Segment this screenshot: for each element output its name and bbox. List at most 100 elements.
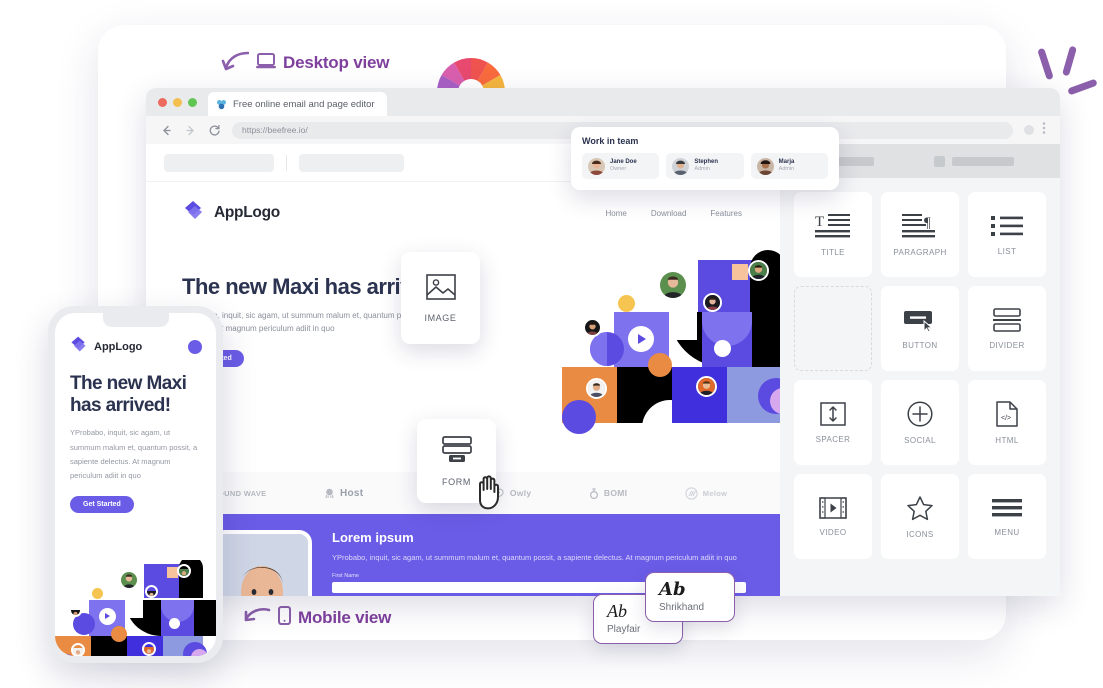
- block-social[interactable]: SOCIAL: [881, 380, 959, 465]
- site-logo[interactable]: AppLogo: [182, 199, 280, 227]
- mobile-cta-button[interactable]: Get Started: [70, 496, 134, 514]
- collage-shape: [590, 332, 607, 366]
- avatar: [748, 260, 769, 281]
- block-divider-label: DIVIDER: [989, 340, 1025, 350]
- form-section-heading: Lorem ipsum: [332, 530, 414, 545]
- collage-shape: [714, 340, 731, 357]
- content-blocks-grid: T TITLE ¶ PARAGRAPH LIST BUTTON DIVIDER …: [780, 178, 1060, 559]
- team-member-item[interactable]: Marja Admin: [750, 153, 828, 179]
- team-member-item[interactable]: Jane Doe Owner: [582, 153, 660, 179]
- site-nav-menu: Home Download Features: [606, 209, 745, 218]
- svg-text:T: T: [815, 214, 824, 230]
- avatar: [69, 604, 82, 617]
- sidebar-tab-label-placeholder: [952, 156, 1014, 166]
- maximize-window-button[interactable]: [188, 98, 197, 107]
- avatar: [177, 564, 191, 578]
- collage-shape: [194, 600, 216, 636]
- social-plus-icon: [907, 400, 933, 427]
- block-html[interactable]: </> HTML: [968, 380, 1046, 465]
- mobile-hero-heading: The new Maxi has arrived!: [70, 373, 187, 416]
- brand-logo: Melow: [685, 486, 727, 500]
- work-in-team-panel: Work in team Jane Doe Owner Stephen Admi…: [571, 127, 839, 190]
- toolbar-separator: [286, 154, 287, 171]
- desktop-view-label: Desktop view: [221, 51, 389, 75]
- block-icons[interactable]: ICONS: [881, 474, 959, 559]
- mobile-view-label: Mobile view: [243, 606, 391, 630]
- block-menu[interactable]: MENU: [968, 474, 1046, 559]
- curved-arrow-icon: [243, 606, 271, 630]
- block-title[interactable]: T TITLE: [794, 192, 872, 277]
- desktop-view-text: Desktop view: [283, 53, 390, 72]
- nav-item-download[interactable]: Download: [651, 209, 687, 218]
- avatar: [703, 293, 722, 312]
- avatar: [71, 643, 85, 656]
- arrow-right-icon[interactable]: [184, 124, 197, 137]
- brand-logo: BOMI: [589, 487, 627, 499]
- nav-item-features[interactable]: Features: [710, 209, 742, 218]
- nav-item-home[interactable]: Home: [606, 209, 627, 218]
- block-html-label: HTML: [995, 435, 1019, 445]
- team-member-item[interactable]: Stephen Admin: [666, 153, 744, 179]
- toolbar-placeholder[interactable]: [164, 153, 274, 172]
- font-card-name: Playfair: [607, 623, 641, 635]
- block-list[interactable]: LIST: [968, 192, 1046, 277]
- editor-sidebar: T TITLE ¶ PARAGRAPH LIST BUTTON DIVIDER …: [780, 144, 1060, 596]
- block-empty-slot[interactable]: [794, 286, 872, 371]
- mobile-preview-mockup: AppLogo The new Maxi has arrived! YProba…: [48, 306, 223, 663]
- arrow-left-icon[interactable]: [160, 124, 173, 137]
- profile-avatar-placeholder[interactable]: [1024, 125, 1034, 135]
- mobile-menu-button[interactable]: [188, 340, 202, 354]
- block-video[interactable]: VIDEO: [794, 474, 872, 559]
- close-window-button[interactable]: [158, 98, 167, 107]
- browser-tab-title: Free online email and page editor: [233, 98, 375, 110]
- kebab-menu-icon[interactable]: [1042, 121, 1046, 140]
- block-spacer[interactable]: SPACER: [794, 380, 872, 465]
- team-member-list: Jane Doe Owner Stephen Admin Marja Admin: [582, 153, 828, 179]
- form-section-phone-image: [212, 530, 312, 596]
- block-divider[interactable]: DIVIDER: [968, 286, 1046, 371]
- site-preview: AppLogo Home Download Features The new M…: [146, 182, 780, 596]
- avatar: [583, 318, 602, 337]
- svg-text:¶: ¶: [924, 215, 931, 231]
- sidebar-tab-icon: [934, 155, 945, 167]
- sparkle-stroke: [1062, 45, 1077, 77]
- block-paragraph-label: PARAGRAPH: [893, 247, 947, 257]
- applogo-icon: [182, 199, 205, 227]
- block-spacer-label: SPACER: [815, 434, 851, 444]
- mobile-screen: AppLogo The new Maxi has arrived! YProba…: [55, 313, 216, 656]
- team-member-info: Stephen Admin: [694, 159, 718, 173]
- form-drag-card-label: FORM: [442, 476, 471, 487]
- window-controls[interactable]: [158, 98, 197, 107]
- mobile-logo-text: AppLogo: [94, 341, 143, 353]
- avatar: [658, 270, 688, 300]
- team-member-role: Admin: [778, 166, 795, 173]
- curved-arrow-icon: [221, 51, 249, 75]
- collage-shape: [125, 600, 143, 618]
- editor-body: AppLogo Home Download Features The new M…: [146, 144, 1060, 596]
- block-paragraph[interactable]: ¶ PARAGRAPH: [881, 192, 959, 277]
- sidebar-tab-rows[interactable]: [920, 144, 1060, 178]
- grab-hand-cursor-icon: [472, 470, 506, 510]
- avatar: [119, 570, 139, 590]
- collage-shape: [752, 312, 780, 367]
- hero-collage: [562, 250, 780, 440]
- minimize-window-button[interactable]: [173, 98, 182, 107]
- team-member-info: Marja Admin: [779, 159, 795, 173]
- team-member-name: Marja: [778, 158, 795, 165]
- editor-canvas-column: AppLogo Home Download Features The new M…: [146, 144, 780, 596]
- menu-hamburger-icon: [992, 497, 1022, 519]
- block-button[interactable]: BUTTON: [881, 286, 959, 371]
- font-card-glyph: Ab: [659, 579, 686, 600]
- url-text: https://beefree.io/: [242, 125, 308, 135]
- form-section-paragraph: YProbabo, inquit, sic agam, ut summum ma…: [332, 553, 737, 562]
- svg-text:</>: </>: [1001, 415, 1011, 422]
- font-card-shrikhand[interactable]: Ab Shrikhand: [645, 572, 735, 622]
- star-icon: [906, 495, 934, 521]
- collage-shape: [669, 312, 697, 340]
- reload-icon[interactable]: [208, 124, 221, 137]
- divider-icon: [993, 307, 1021, 332]
- image-drag-card[interactable]: IMAGE: [401, 252, 480, 344]
- browser-tab[interactable]: Free online email and page editor: [208, 92, 387, 116]
- toolbar-placeholder[interactable]: [299, 153, 404, 172]
- avatar: [756, 157, 774, 175]
